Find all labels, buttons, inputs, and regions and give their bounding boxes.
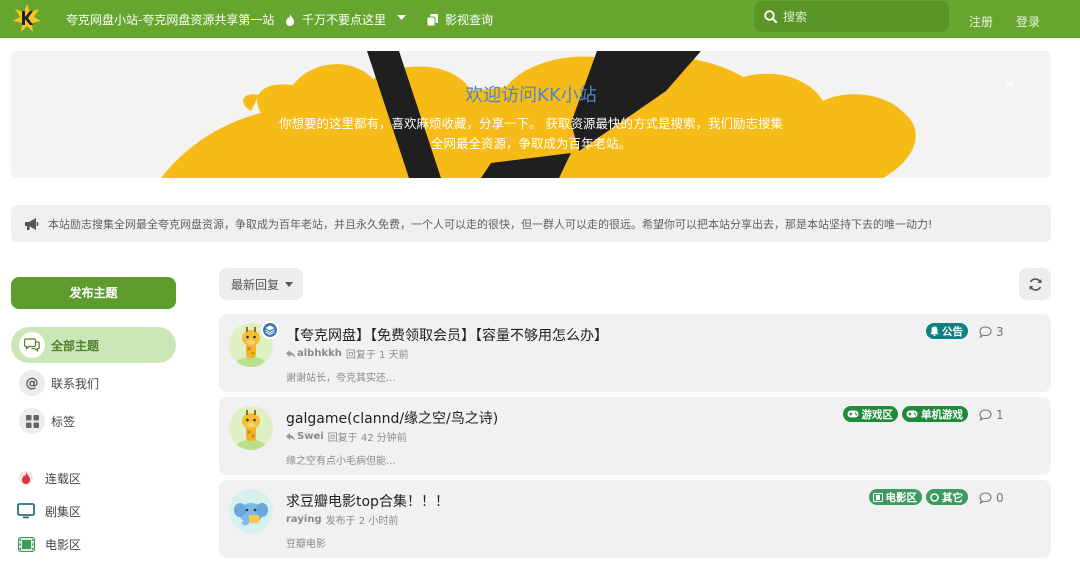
- reply-icon: [286, 349, 295, 358]
- copy-icon: [427, 13, 438, 26]
- tag-label: 游戏区: [861, 408, 894, 421]
- comment-icon: [979, 326, 992, 338]
- sidebar-item-contact-label: 联系我们: [51, 377, 100, 391]
- film-icon: [17, 535, 35, 553]
- search-icon: [764, 10, 777, 23]
- search-input[interactable]: [783, 9, 933, 24]
- discussion-time: 回复于 1 天前: [345, 350, 409, 361]
- reply-count: 0: [979, 491, 1004, 505]
- site-title[interactable]: 夸克网盘小站-夸克网盘资源共享第一站: [66, 11, 274, 28]
- reply-icon: [286, 432, 295, 441]
- avatar-elephant[interactable]: [229, 489, 273, 533]
- reply-count-value: 3: [996, 325, 1004, 339]
- discussion-meta: raying 发布于 2 小时前: [286, 512, 398, 527]
- gamepad-icon: [906, 410, 918, 418]
- film-icon: [872, 492, 883, 502]
- svg-text:@: @: [26, 376, 39, 390]
- tag-movie-zone[interactable]: 电影区: [868, 489, 922, 505]
- search-box[interactable]: [754, 1, 949, 32]
- hero-title: 欢迎访问KK小站: [465, 85, 597, 106]
- sidebar-category-tv-series-label: 剧集区: [45, 504, 82, 519]
- discussion-row[interactable]: galgame(clannd/缘之空/鸟之诗) Swei 回复于 42 分钟前 …: [219, 397, 1051, 475]
- top-header: 夸克网盘小站-夸克网盘资源共享第一站 千万不要点这里 影视查询 注册 登录: [0, 0, 1080, 38]
- avatar-giraffe[interactable]: [229, 406, 273, 450]
- sidebar-item-tags-label: 标签: [51, 415, 76, 429]
- discussion-tags: 公告: [926, 323, 968, 339]
- welcome-hero: 欢迎访问KK小站 你想要的这里都有，喜欢麻烦收藏，分享一下。 获取资源最快的方式…: [11, 51, 1051, 178]
- sidebar-item-tags[interactable]: 标签: [11, 403, 176, 439]
- discussion-meta: Swei 回复于 42 分钟前: [286, 429, 407, 444]
- discussion-row[interactable]: 【夸克网盘】【免费领取会员】【容量不够用怎么办】 albhkkh 回复于 1 天…: [219, 314, 1051, 392]
- discussion-excerpt: 谢谢站长，夸克其实还...: [286, 373, 396, 384]
- reply-count: 3: [979, 325, 1004, 339]
- register-link[interactable]: 注册: [969, 13, 993, 30]
- megaphone-icon: [25, 217, 39, 230]
- tag-label: 单机游戏: [921, 408, 963, 421]
- login-link[interactable]: 登录: [1016, 13, 1040, 30]
- nav-dont-click-label: 千万不要点这里: [302, 13, 387, 27]
- nav-movie-query[interactable]: 影视查询: [427, 11, 493, 28]
- hero-description: 你想要的这里都有，喜欢麻烦收藏，分享一下。 获取资源最快的方式是搜索，我们励志搜…: [279, 116, 783, 151]
- announcement-bar: 本站励志搜集全网最全夸克网盘资源，争取成为百年老站，并且永久免费，一个人可以走的…: [11, 205, 1051, 242]
- tag-label: 公告: [942, 325, 963, 338]
- reply-count-value: 1: [996, 408, 1004, 422]
- at-icon: @: [19, 370, 45, 396]
- close-icon[interactable]: ×: [1004, 76, 1016, 92]
- discussion-excerpt: 豆瓣电影: [286, 539, 326, 550]
- discussion-time: 发布于 2 小时前: [325, 516, 399, 527]
- comment-icon: [979, 409, 992, 421]
- refresh-icon: [1029, 277, 1041, 291]
- pinned-icon: [261, 321, 279, 339]
- gamepad-icon: [847, 410, 858, 418]
- chevron-down-icon[interactable]: [397, 15, 406, 21]
- discussion-title[interactable]: galgame(clannd/缘之空/鸟之诗): [286, 408, 498, 428]
- tag-label: 电影区: [885, 491, 918, 504]
- reply-count: 1: [979, 408, 1004, 422]
- post-topic-button[interactable]: 发布主题: [11, 277, 176, 309]
- refresh-button[interactable]: [1019, 268, 1051, 300]
- sort-dropdown-label: 最新回复: [231, 277, 280, 292]
- comments-icon: [19, 332, 45, 358]
- tag-label: 其它: [942, 491, 963, 504]
- discussion-tags: 电影区 其它: [868, 489, 968, 505]
- discussion-time: 回复于 42 分钟前: [327, 433, 407, 444]
- sidebar-category-movies[interactable]: 电影区: [17, 534, 81, 554]
- discussion-row[interactable]: 求豆瓣电影top合集！！！ raying 发布于 2 小时前 豆瓣电影 电影区 …: [219, 480, 1051, 558]
- sidebar-category-movies-label: 电影区: [45, 537, 82, 552]
- sidebar-category-serial-label: 连载区: [45, 471, 82, 486]
- discussion-user[interactable]: albhkkh: [297, 348, 342, 359]
- tv-icon: [17, 502, 35, 520]
- reply-count-value: 0: [996, 491, 1004, 505]
- discussion-tags: 游戏区 单机游戏: [842, 406, 968, 422]
- sidebar-item-all-topics[interactable]: 全部主题: [11, 327, 176, 363]
- caret-down-icon: [285, 281, 294, 287]
- site-logo[interactable]: [13, 4, 41, 32]
- fire-icon: [286, 13, 294, 26]
- discussion-user[interactable]: raying: [286, 514, 322, 525]
- discussion-title[interactable]: 求豆瓣电影top合集！！！: [286, 491, 449, 511]
- circle-icon: [930, 492, 939, 502]
- discussion-user[interactable]: Swei: [297, 431, 324, 442]
- sidebar-item-all-topics-label: 全部主题: [51, 339, 100, 353]
- tag-announcement[interactable]: 公告: [926, 323, 968, 339]
- tag-game-zone[interactable]: 游戏区: [842, 406, 898, 422]
- nav-movie-query-label: 影视查询: [445, 13, 494, 27]
- sidebar-category-tv-series[interactable]: 剧集区: [17, 501, 81, 521]
- sidebar-category-serial[interactable]: 连载区: [17, 468, 81, 488]
- tag-single-player[interactable]: 单机游戏: [902, 406, 968, 422]
- fire-icon: [17, 469, 35, 487]
- tag-other[interactable]: 其它: [926, 489, 968, 505]
- discussion-title[interactable]: 【夸克网盘】【免费领取会员】【容量不够用怎么办】: [286, 325, 608, 345]
- comment-icon: [979, 492, 992, 504]
- discussion-meta: albhkkh 回复于 1 天前: [286, 346, 409, 361]
- sidebar-item-contact[interactable]: @ 联系我们: [11, 365, 176, 401]
- bell-icon: [930, 326, 939, 336]
- announcement-text: 本站励志搜集全网最全夸克网盘资源，争取成为百年老站，并且永久免费，一个人可以走的…: [48, 217, 933, 231]
- nav-dont-click[interactable]: 千万不要点这里: [285, 11, 386, 28]
- sort-dropdown[interactable]: 最新回复: [219, 268, 303, 300]
- grid-icon: [19, 408, 45, 434]
- discussion-excerpt: 缘之空有点小毛病但能...: [286, 456, 396, 467]
